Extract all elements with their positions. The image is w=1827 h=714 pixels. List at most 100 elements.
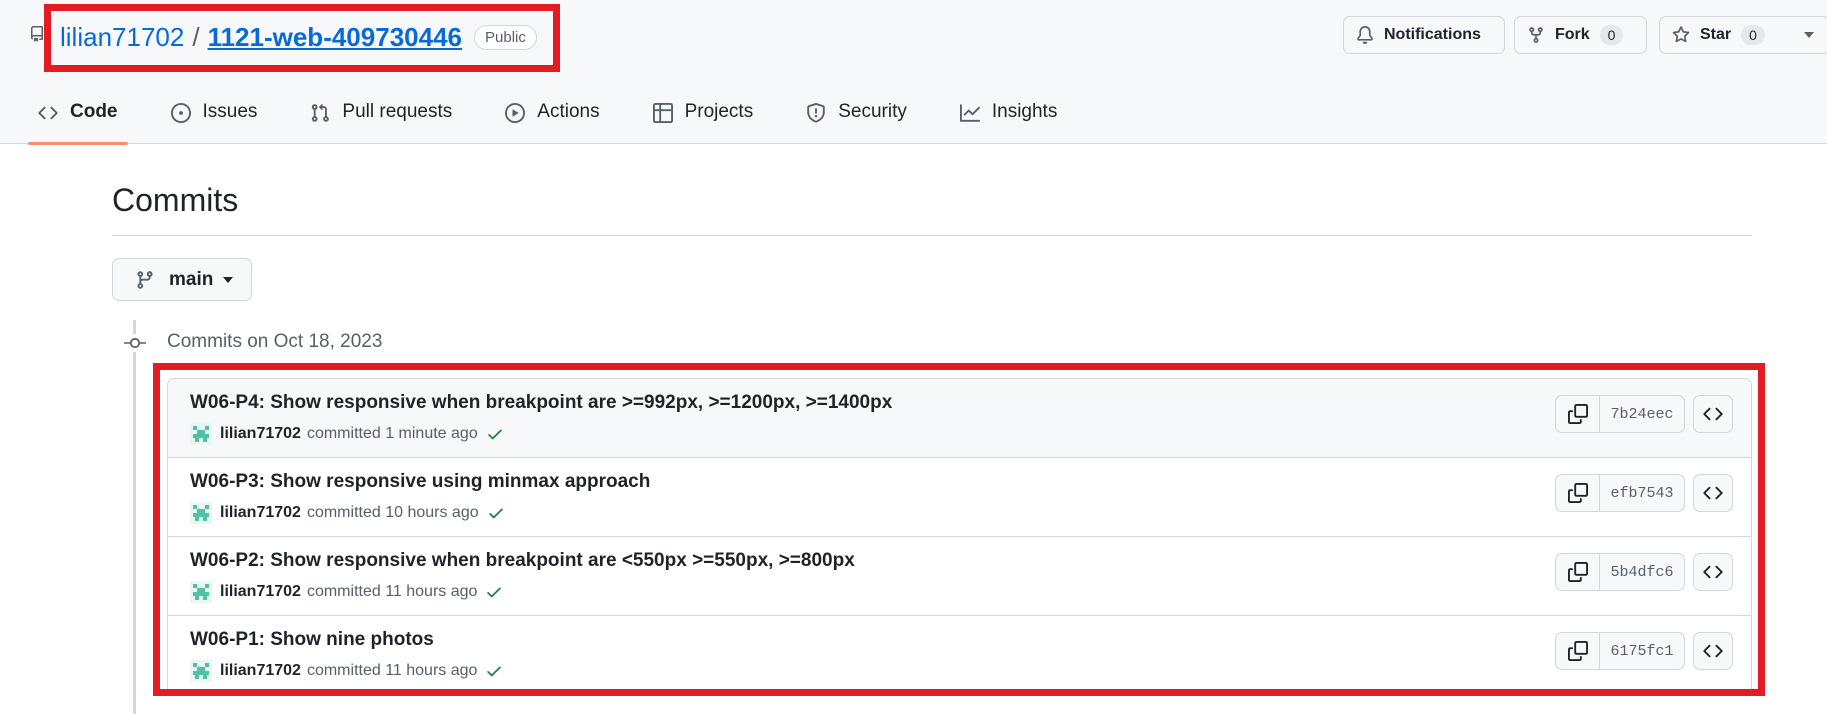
commit-verb: committed bbox=[306, 504, 381, 521]
commit-meta: lilian71702 committed 11 hours ago bbox=[190, 660, 503, 682]
bell-icon bbox=[1357, 26, 1373, 44]
commit-sha-link[interactable]: 5b4dfc6 bbox=[1600, 554, 1684, 590]
tab-security[interactable]: Security bbox=[796, 96, 917, 144]
star-count: 0 bbox=[1741, 25, 1765, 45]
code-icon bbox=[1703, 565, 1723, 579]
copy-icon bbox=[1567, 562, 1588, 582]
fork-count: 0 bbox=[1599, 25, 1624, 45]
fork-button[interactable]: Fork 0 bbox=[1514, 16, 1647, 54]
commit-title-link[interactable]: W06-P2: Show responsive when breakpoint … bbox=[190, 550, 855, 572]
git-commit-icon bbox=[124, 334, 146, 352]
code-icon bbox=[1703, 407, 1723, 421]
commit-sha-link[interactable]: efb7543 bbox=[1600, 475, 1684, 511]
tab-issues[interactable]: Issues bbox=[161, 96, 268, 144]
commit-title-link[interactable]: W06-P3: Show responsive using minmax app… bbox=[190, 471, 650, 493]
triangle-down-icon bbox=[1804, 32, 1814, 38]
fork-icon bbox=[1529, 27, 1543, 43]
fork-label: Fork bbox=[1555, 26, 1590, 43]
avatar[interactable] bbox=[190, 502, 212, 524]
avatar[interactable] bbox=[190, 423, 212, 445]
commit-row: W06-P1: Show nine photos lilian71702 com… bbox=[168, 616, 1751, 695]
tab-actions[interactable]: Actions bbox=[495, 96, 609, 144]
commit-verb: committed bbox=[306, 583, 381, 600]
tab-code[interactable]: Code bbox=[28, 96, 128, 145]
table-icon bbox=[652, 103, 673, 123]
play-icon bbox=[505, 103, 526, 123]
code-icon bbox=[38, 106, 58, 120]
page-title: Commits bbox=[112, 182, 239, 218]
star-list-dropdown-button[interactable] bbox=[1790, 16, 1827, 54]
commit-group-date: Commits on Oct 18, 2023 bbox=[167, 331, 383, 352]
tab-security-label: Security bbox=[838, 101, 907, 122]
commit-sha-group: 7b24eec bbox=[1555, 395, 1685, 433]
tab-insights-label: Insights bbox=[991, 101, 1058, 122]
commit-time: 11 hours ago bbox=[385, 662, 478, 679]
repo-header: lilian71702 / 1121-web-409730446 Public … bbox=[0, 0, 1827, 145]
git-branch-icon bbox=[137, 270, 153, 289]
copy-icon bbox=[1567, 483, 1588, 503]
issue-icon bbox=[170, 103, 191, 123]
commit-meta: lilian71702 committed 11 hours ago bbox=[190, 581, 503, 603]
commit-sha-group: 6175fc1 bbox=[1555, 632, 1685, 670]
commit-author-link[interactable]: lilian71702 bbox=[220, 583, 301, 601]
avatar[interactable] bbox=[190, 660, 212, 682]
shield-icon bbox=[807, 103, 825, 123]
commit-time: 10 hours ago bbox=[385, 504, 479, 521]
browse-repo-at-commit-button[interactable] bbox=[1693, 474, 1733, 512]
repo-owner-link[interactable]: lilian71702 bbox=[60, 22, 184, 53]
triangle-down-icon bbox=[223, 276, 234, 283]
commit-row: W06-P4: Show responsive when breakpoint … bbox=[168, 379, 1751, 458]
commit-sha-link[interactable]: 7b24eec bbox=[1600, 396, 1684, 432]
repo-title: lilian71702 / 1121-web-409730446 Public bbox=[60, 22, 537, 53]
title-divider bbox=[112, 235, 1752, 236]
commit-verb: committed bbox=[306, 425, 381, 442]
commit-timeline bbox=[133, 320, 136, 714]
commit-meta: lilian71702 committed 10 hours ago bbox=[190, 502, 505, 524]
tab-pull-requests[interactable]: Pull requests bbox=[300, 96, 462, 144]
commit-row: W06-P2: Show responsive when breakpoint … bbox=[168, 537, 1751, 616]
commit-time: 11 hours ago bbox=[385, 583, 478, 600]
copy-sha-button[interactable] bbox=[1556, 633, 1600, 669]
browse-repo-at-commit-button[interactable] bbox=[1693, 553, 1733, 591]
copy-icon bbox=[1567, 641, 1588, 661]
code-icon bbox=[1703, 644, 1723, 658]
copy-icon bbox=[1567, 404, 1588, 424]
repo-path-separator: / bbox=[192, 22, 200, 52]
tab-code-label: Code bbox=[70, 101, 118, 122]
commit-sha-link[interactable]: 6175fc1 bbox=[1600, 633, 1684, 669]
commit-time: 1 minute ago bbox=[385, 425, 478, 442]
commit-sha-group: 5b4dfc6 bbox=[1555, 553, 1685, 591]
check-icon[interactable] bbox=[485, 662, 503, 680]
check-icon[interactable] bbox=[487, 504, 505, 522]
notifications-button[interactable]: Notifications bbox=[1343, 16, 1505, 54]
visibility-badge: Public bbox=[474, 25, 537, 50]
star-icon bbox=[1672, 26, 1690, 43]
commit-sha-group: efb7543 bbox=[1555, 474, 1685, 512]
tab-issues-label: Issues bbox=[202, 101, 258, 122]
notifications-label: Notifications bbox=[1384, 26, 1481, 43]
avatar[interactable] bbox=[190, 581, 212, 603]
tab-insights[interactable]: Insights bbox=[950, 96, 1067, 144]
copy-sha-button[interactable] bbox=[1556, 554, 1600, 590]
tab-projects[interactable]: Projects bbox=[643, 96, 764, 144]
tab-projects-label: Projects bbox=[684, 101, 754, 122]
commit-meta: lilian71702 committed 1 minute ago bbox=[190, 423, 504, 445]
commit-title-link[interactable]: W06-P1: Show nine photos bbox=[190, 629, 434, 651]
tab-pull-requests-label: Pull requests bbox=[342, 101, 453, 122]
branch-select-button[interactable]: main bbox=[112, 258, 252, 301]
commit-list: W06-P4: Show responsive when breakpoint … bbox=[167, 378, 1752, 696]
commit-title-link[interactable]: W06-P4: Show responsive when breakpoint … bbox=[190, 392, 892, 414]
commit-author-link[interactable]: lilian71702 bbox=[220, 425, 301, 443]
star-button[interactable]: Star 0 bbox=[1659, 16, 1791, 54]
check-icon[interactable] bbox=[485, 583, 503, 601]
repo-name-link[interactable]: 1121-web-409730446 bbox=[208, 22, 462, 53]
graph-icon bbox=[959, 104, 980, 122]
commit-author-link[interactable]: lilian71702 bbox=[220, 504, 301, 522]
repo-nav-tabs: Code Issues Pull requests Actions Projec… bbox=[28, 96, 1100, 145]
copy-sha-button[interactable] bbox=[1556, 475, 1600, 511]
browse-repo-at-commit-button[interactable] bbox=[1693, 632, 1733, 670]
copy-sha-button[interactable] bbox=[1556, 396, 1600, 432]
check-icon[interactable] bbox=[486, 425, 504, 443]
commit-author-link[interactable]: lilian71702 bbox=[220, 662, 301, 680]
browse-repo-at-commit-button[interactable] bbox=[1693, 395, 1733, 433]
